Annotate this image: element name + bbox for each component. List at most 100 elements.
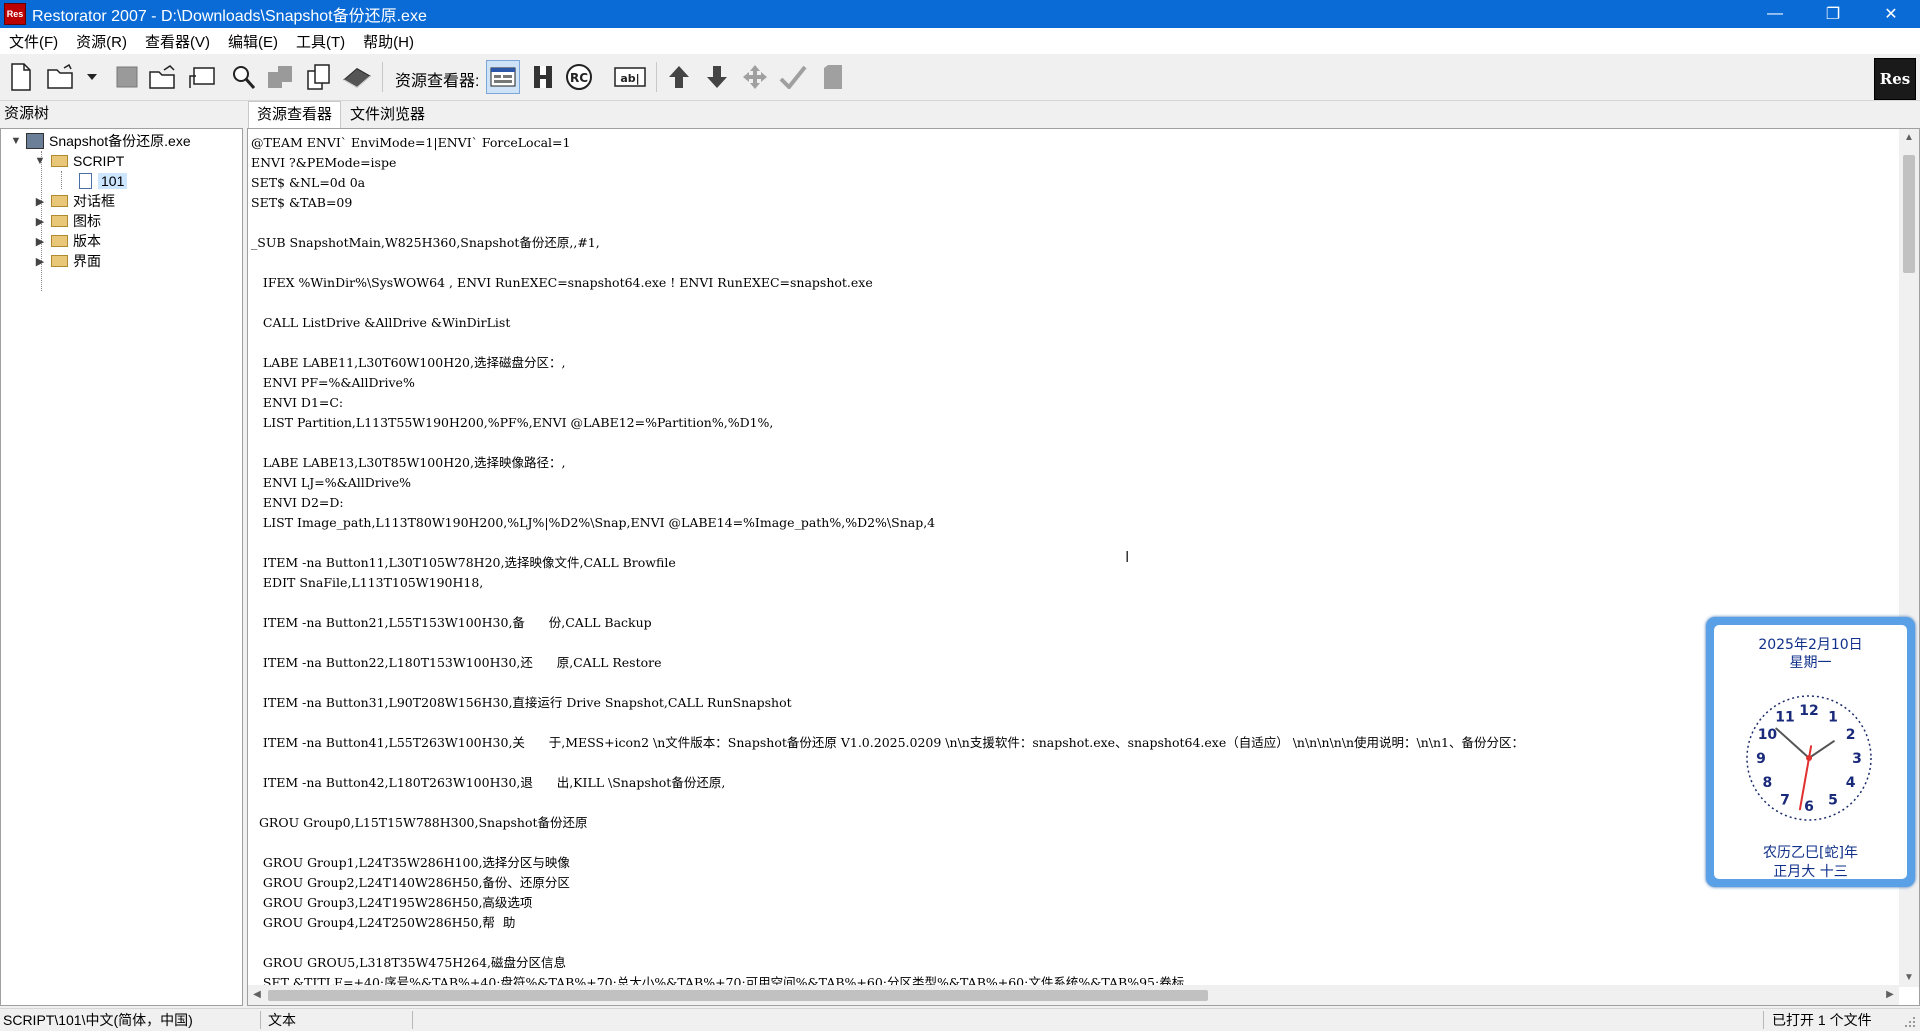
clock-number: 4 — [1846, 775, 1856, 791]
status-path: SCRIPT\101\中文(简体，中国) — [3, 1012, 193, 1028]
scroll-up-icon[interactable]: ▲ — [1899, 129, 1919, 147]
code-text[interactable]: @TEAM ENVI` EnviMode=1|ENVI` ForceLocal=… — [251, 133, 1897, 985]
arrow-down-icon[interactable] — [702, 62, 732, 92]
text-cursor-icon: I — [1125, 549, 1130, 566]
tree-item-version[interactable]: ▶ 版本 — [33, 231, 101, 251]
script-editor[interactable]: @TEAM ENVI` EnviMode=1|ENVI` ForceLocal=… — [247, 128, 1920, 1006]
move-icon[interactable] — [740, 62, 770, 92]
clock-number: 12 — [1799, 703, 1818, 719]
tree-item-101[interactable]: 101 — [61, 171, 128, 191]
tree-item-dialog[interactable]: ▶ 对话框 — [33, 191, 115, 211]
horizontal-scrollbar[interactable]: ◀ ▶ — [248, 985, 1899, 1005]
open-folder-icon[interactable] — [148, 62, 178, 92]
menu-edit[interactable]: 编辑(E) — [219, 31, 287, 52]
expand-icon[interactable]: ▶ — [33, 255, 47, 268]
code-line: ENVI LJ=%&AllDrive% — [251, 475, 412, 490]
code-line: ITEM -na Button31,L90T208W156H30,直接运行 Dr… — [251, 695, 792, 710]
expand-icon[interactable]: ▶ — [33, 235, 47, 248]
menu-bar: 文件(F) 资源(R) 查看器(V) 编辑(E) 工具(T) 帮助(H) — [0, 28, 1920, 54]
code-line: SET$ &TAB=09 — [251, 195, 353, 210]
clock-number: 8 — [1763, 775, 1773, 791]
code-line: GROU Group1,L24T35W286H100,选择分区与映像 — [251, 855, 570, 870]
folder-icon — [51, 155, 68, 167]
hex-viewer-icon[interactable] — [528, 62, 558, 92]
tree-item-script[interactable]: ▼ SCRIPT — [33, 151, 125, 171]
svg-text:ab|: ab| — [620, 72, 639, 85]
collapse-icon[interactable]: ▼ — [9, 135, 23, 147]
minimize-button[interactable]: — — [1746, 0, 1804, 28]
menu-file[interactable]: 文件(F) — [0, 31, 67, 52]
scroll-down-icon[interactable]: ▼ — [1899, 969, 1919, 987]
exe-icon — [26, 133, 44, 149]
app-icon[interactable]: Res — [4, 3, 26, 25]
resource-tree[interactable]: ▼ Snapshot备份还原.exe ▼ SCRIPT 101 ▶ 对话框 ▶ … — [0, 128, 243, 1006]
status-type: 文本 — [268, 1012, 296, 1028]
resize-grip-icon[interactable] — [1903, 1015, 1917, 1029]
pages-icon[interactable] — [304, 62, 334, 92]
tree-item-ui[interactable]: ▶ 界面 — [33, 251, 101, 271]
clock-widget[interactable]: 2025年2月10日 星期一 12 1 2 3 4 5 6 7 8 9 10 11 农历乙巳[蛇]年 … — [1706, 617, 1915, 887]
folder-icon — [51, 215, 68, 227]
clock-number: 6 — [1804, 799, 1814, 815]
code-line: ENVI D2=D: — [251, 495, 344, 510]
tree-item-exe[interactable]: ▼ Snapshot备份还原.exe — [9, 131, 191, 151]
text-viewer-icon[interactable]: ab| — [612, 62, 648, 92]
code-line: GROU Group3,L24T195W286H50,高级选项 — [251, 895, 533, 910]
search-icon[interactable] — [228, 62, 258, 92]
code-line: ENVI D1=C: — [251, 395, 344, 410]
expand-icon[interactable]: ▶ — [33, 195, 47, 208]
export-icon[interactable] — [188, 62, 218, 92]
menu-resource[interactable]: 资源(R) — [67, 31, 136, 52]
clock-number: 7 — [1780, 793, 1790, 809]
clock-weekday: 星期一 — [1789, 655, 1832, 671]
stop-icon[interactable] — [818, 62, 848, 92]
code-line: LABE LABE13,L30T85W100H20,选择映像路径：, — [251, 455, 566, 470]
analog-clock-face: 12 12 3 45678 9 10 11 — [1746, 695, 1872, 821]
scroll-left-icon[interactable]: ◀ — [248, 985, 266, 1005]
tab-file-browser[interactable]: 文件浏览器 — [341, 101, 434, 129]
code-line: GROU Group4,L24T250W286H50,帮 助 — [251, 915, 516, 930]
clock-number: 5 — [1828, 793, 1838, 809]
tree-item-icons[interactable]: ▶ 图标 — [33, 211, 101, 231]
arrow-up-icon[interactable] — [664, 62, 694, 92]
check-icon[interactable] — [778, 62, 808, 92]
code-line: LABE LABE11,L30T60W100H20,选择磁盘分区：, — [251, 355, 566, 370]
collapse-icon[interactable]: ▼ — [33, 155, 47, 167]
save-icon[interactable] — [112, 62, 142, 92]
code-line: SET$ &NL=0d 0a — [251, 175, 366, 190]
restore-button[interactable]: ❐ — [1804, 0, 1862, 28]
expand-icon[interactable]: ▶ — [33, 215, 47, 228]
database-icon[interactable] — [342, 62, 372, 92]
open-file-icon[interactable] — [46, 62, 76, 92]
dropdown-arrow-icon[interactable] — [84, 62, 100, 92]
code-line: GROU Group2,L24T140W286H50,备份、还原分区 — [251, 875, 570, 890]
horizontal-scroll-thumb[interactable] — [268, 990, 1208, 1001]
document-icon — [79, 173, 92, 189]
clock-number: 1 — [1828, 709, 1838, 725]
clock-center — [1806, 755, 1812, 761]
image-viewer-icon[interactable] — [486, 60, 520, 94]
rc-viewer-icon[interactable]: RC — [564, 62, 594, 92]
code-line: ITEM -na Button21,L55T153W100H30,备 份,CAL… — [251, 615, 652, 630]
code-line: SET &TITLE=+40:序号%&TAB%+40:盘符%&TAB%+70:总… — [251, 975, 1185, 985]
restorator-logo: Res — [1874, 58, 1916, 100]
close-button[interactable]: ✕ — [1862, 0, 1920, 28]
copy-icon[interactable] — [266, 62, 296, 92]
vertical-scroll-thumb[interactable] — [1903, 155, 1915, 273]
tab-resource-viewer[interactable]: 资源查看器 — [248, 101, 342, 129]
menu-tools[interactable]: 工具(T) — [287, 31, 354, 52]
tree-header: 资源树 — [4, 105, 50, 122]
code-line: LIST Image_path,L113T80W190H200,%LJ%|%D2… — [251, 515, 936, 530]
menu-help[interactable]: 帮助(H) — [354, 31, 423, 52]
new-file-icon[interactable] — [6, 62, 36, 92]
clock-date: 2025年2月10日 — [1758, 637, 1863, 653]
menu-viewer[interactable]: 查看器(V) — [136, 31, 219, 52]
scroll-right-icon[interactable]: ▶ — [1881, 985, 1899, 1005]
